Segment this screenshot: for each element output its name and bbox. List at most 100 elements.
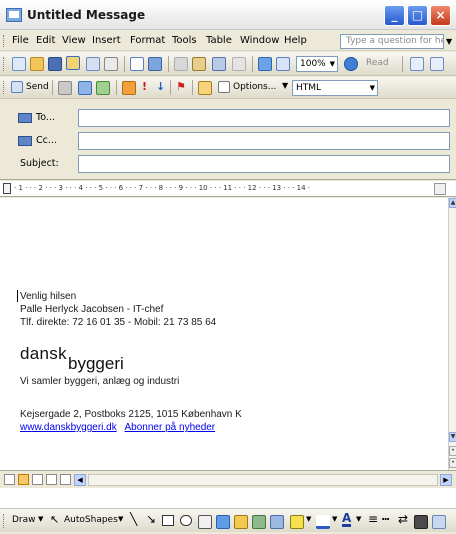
new-icon[interactable]	[12, 57, 26, 71]
permission-icon[interactable]	[198, 81, 212, 95]
toolbar-grip[interactable]	[3, 57, 6, 71]
ruler-toggle-icon[interactable]	[434, 183, 446, 195]
help-icon[interactable]	[344, 57, 358, 71]
toolbar-grip[interactable]	[3, 81, 6, 94]
reading-layout-view-icon[interactable]	[60, 474, 71, 485]
next-page-icon[interactable]: •	[449, 458, 456, 468]
newsletter-link[interactable]: Abonner på nyheder	[125, 422, 216, 433]
outline-view-icon[interactable]	[46, 474, 57, 485]
close-button[interactable]: ×	[430, 5, 451, 26]
3d-style-icon[interactable]	[432, 515, 446, 529]
cut-icon[interactable]	[174, 57, 188, 71]
help-question-box[interactable]: Type a question for help	[340, 34, 444, 49]
minimize-button[interactable]: _	[384, 5, 405, 26]
diagram-icon[interactable]	[234, 515, 248, 529]
horizontal-scrollbar[interactable]	[88, 474, 438, 486]
redo-icon[interactable]	[232, 57, 246, 71]
check-names-icon[interactable]	[96, 81, 110, 95]
zoom-select[interactable]: 100% ▼	[296, 56, 338, 72]
picture-icon[interactable]	[270, 515, 284, 529]
menu-format[interactable]: Format	[130, 35, 165, 46]
options-button[interactable]: Options...	[233, 82, 276, 92]
options-icon[interactable]	[218, 81, 230, 93]
to-field[interactable]	[78, 109, 450, 127]
save-icon[interactable]	[48, 57, 62, 71]
table-icon[interactable]	[276, 57, 290, 71]
follow-up-flag-icon[interactable]: ⚑	[176, 80, 186, 93]
wordart-icon[interactable]	[216, 515, 230, 529]
menu-window[interactable]: Window	[240, 35, 279, 46]
menu-insert[interactable]: Insert	[92, 35, 121, 46]
fill-color-icon[interactable]	[290, 515, 304, 529]
address-book-icon[interactable]	[78, 81, 92, 95]
clip-art-icon[interactable]	[252, 515, 266, 529]
web-layout-view-icon[interactable]	[18, 474, 29, 485]
arrow-style-icon[interactable]: ⇄	[398, 512, 408, 526]
print-preview-icon[interactable]	[104, 57, 118, 71]
arrow-icon[interactable]: ↘	[146, 512, 156, 526]
numbering-icon[interactable]	[430, 57, 444, 71]
autoshapes-dropdown-icon[interactable]: ▼	[118, 515, 123, 523]
dash-style-icon[interactable]: ┅	[382, 512, 389, 526]
low-importance-icon[interactable]: ↓	[156, 80, 165, 93]
maximize-button[interactable]: □	[407, 5, 428, 26]
menu-tools[interactable]: Tools	[172, 35, 197, 46]
subject-field[interactable]	[78, 155, 450, 173]
read-button[interactable]: Read	[366, 58, 389, 68]
paste-icon[interactable]	[192, 57, 206, 71]
print-icon[interactable]	[86, 57, 100, 71]
shadow-style-icon[interactable]	[414, 515, 428, 529]
line-icon[interactable]: ╲	[130, 512, 137, 526]
signature-icon[interactable]	[122, 81, 136, 95]
menu-view[interactable]: View	[62, 35, 86, 46]
draw-dropdown-icon[interactable]: ▼	[38, 515, 43, 523]
font-color-dropdown-icon[interactable]: ▼	[356, 515, 361, 523]
menu-table[interactable]: Table	[206, 35, 232, 46]
text-box-icon[interactable]	[198, 515, 212, 529]
title-bar[interactable]: Untitled Message _ □ ×	[0, 0, 456, 30]
oval-icon[interactable]	[180, 515, 192, 526]
scroll-up-icon[interactable]: ▲	[449, 198, 456, 208]
menubar-grip[interactable]	[3, 35, 6, 47]
undo-icon[interactable]	[212, 57, 226, 71]
send-button[interactable]: Send	[26, 82, 49, 92]
toolbar-grip[interactable]	[3, 514, 6, 528]
to-button[interactable]: To...	[18, 110, 55, 126]
rectangle-icon[interactable]	[162, 515, 174, 526]
previous-page-icon[interactable]: •	[449, 446, 456, 456]
message-body[interactable]: Venlig hilsen Palle Herlyck Jacobsen - I…	[0, 198, 448, 470]
tab-stop-selector[interactable]	[3, 183, 11, 194]
ruler[interactable]: · 1 · · · 2 · · · 3 · · · 4 · · · 5 · · …	[0, 181, 456, 197]
help-dropdown-icon[interactable]: ▼	[446, 37, 452, 46]
draw-menu-button[interactable]: Draw	[12, 515, 36, 525]
line-color-dropdown-icon[interactable]: ▼	[332, 515, 337, 523]
line-color-icon[interactable]	[316, 515, 330, 529]
cc-field[interactable]	[78, 132, 450, 150]
high-importance-icon[interactable]: !	[142, 80, 147, 93]
fill-color-dropdown-icon[interactable]: ▼	[306, 515, 311, 523]
website-link[interactable]: www.danskbyggeri.dk	[20, 422, 117, 433]
cc-button[interactable]: Cc...	[18, 133, 57, 149]
research-icon[interactable]	[148, 57, 162, 71]
normal-view-icon[interactable]	[4, 474, 15, 485]
send-icon[interactable]	[11, 81, 23, 93]
scroll-left-icon[interactable]: ◀	[74, 474, 86, 486]
menu-edit[interactable]: Edit	[36, 35, 55, 46]
scroll-right-icon[interactable]: ▶	[440, 474, 452, 486]
attach-icon[interactable]	[58, 81, 72, 95]
options-dropdown-icon[interactable]: ▼	[282, 81, 288, 90]
select-objects-icon[interactable]: ↖	[50, 513, 59, 526]
print-layout-view-icon[interactable]	[32, 474, 43, 485]
font-color-icon[interactable]: A	[342, 512, 352, 527]
bullets-icon[interactable]	[410, 57, 424, 71]
autoshapes-menu-button[interactable]: AutoShapes	[64, 515, 118, 525]
scroll-down-icon[interactable]: ▼	[449, 432, 456, 442]
menu-file[interactable]: File	[12, 35, 29, 46]
spelling-icon[interactable]	[130, 57, 144, 71]
message-format-select[interactable]: HTML ▼	[292, 80, 378, 96]
menu-help[interactable]: Help	[284, 35, 307, 46]
permission-icon[interactable]	[66, 56, 80, 70]
line-style-icon[interactable]: ≡	[368, 512, 378, 526]
open-icon[interactable]	[30, 57, 44, 71]
hyperlink-icon[interactable]	[258, 57, 272, 71]
